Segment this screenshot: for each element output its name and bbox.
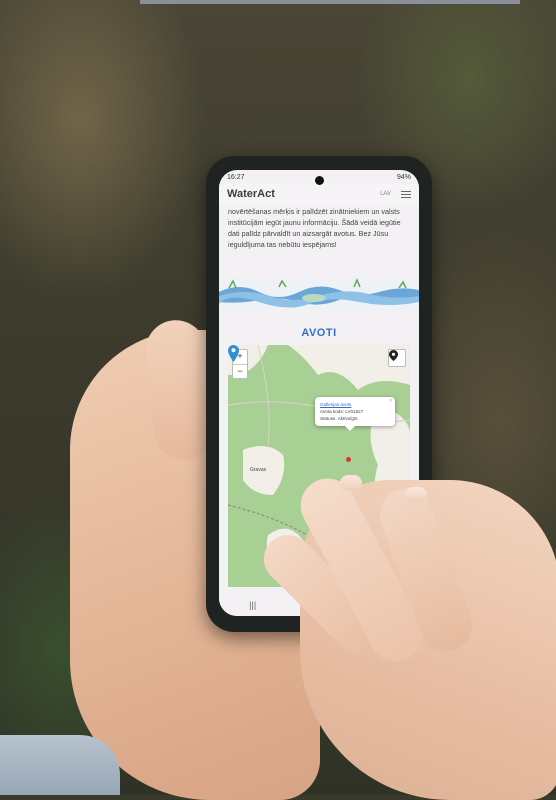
spring-status: Statuss: Aktīvs/gts [320, 416, 358, 421]
brand-name[interactable]: WaterAct [227, 188, 275, 200]
language-switch[interactable]: LAV [380, 191, 391, 197]
middle-fingernail [405, 487, 427, 503]
popup-close-icon[interactable]: × [389, 398, 392, 405]
app-header: WaterAct LAV [219, 184, 419, 204]
user-position-dot [346, 457, 351, 462]
spring-info-popup: × Gallerijas avots Avota kods: LV01627 S… [315, 397, 395, 431]
front-camera [315, 176, 324, 185]
section-title-avoti: AVOTI [301, 327, 337, 339]
location-marker-icon[interactable] [228, 345, 239, 362]
header-actions: LAV [380, 190, 411, 198]
top-edge-strip [140, 0, 520, 4]
status-time: 16:27 [227, 173, 245, 181]
sleeve [0, 735, 120, 795]
intro-text: novērtēšanas mērķis ir palīdzēt zinātnie… [228, 207, 401, 249]
index-fingernail [340, 475, 362, 491]
status-battery: 94% [396, 173, 411, 181]
hamburger-menu-icon[interactable] [401, 190, 411, 198]
recent-apps-button[interactable]: ||| [249, 600, 256, 610]
decorative-water-banner [219, 278, 419, 310]
zoom-out-button[interactable]: − [233, 365, 247, 379]
spring-code: Avota kods: LV01627 [320, 409, 364, 414]
map-pin-icon[interactable] [388, 349, 406, 367]
spring-name-link[interactable]: Gallerijas avots [320, 401, 390, 408]
place-label: Gravas [250, 467, 267, 473]
